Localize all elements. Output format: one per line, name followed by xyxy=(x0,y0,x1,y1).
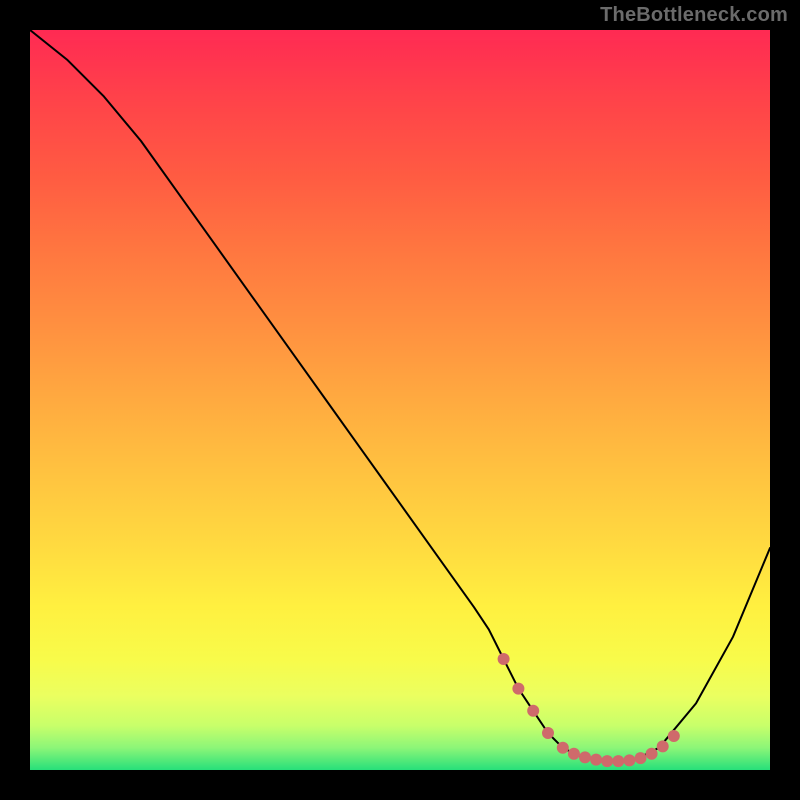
optimal-dot xyxy=(635,752,647,764)
optimal-dot xyxy=(668,730,680,742)
plot-area xyxy=(30,30,770,770)
optimal-dot xyxy=(527,705,539,717)
watermark-text: TheBottleneck.com xyxy=(600,4,788,27)
optimal-dot xyxy=(612,755,624,767)
optimal-dot xyxy=(623,754,635,766)
chart-stage: TheBottleneck.com xyxy=(0,0,800,800)
optimal-dot xyxy=(590,754,602,766)
optimal-dot xyxy=(498,653,510,665)
chart-svg xyxy=(30,30,770,770)
optimal-dot xyxy=(579,751,591,763)
optimal-dot xyxy=(542,727,554,739)
optimal-dot xyxy=(568,748,580,760)
optimal-dot xyxy=(557,742,569,754)
optimal-dot xyxy=(646,748,658,760)
optimal-dot xyxy=(601,755,613,767)
optimal-dot xyxy=(657,740,669,752)
optimal-dot xyxy=(512,683,524,695)
